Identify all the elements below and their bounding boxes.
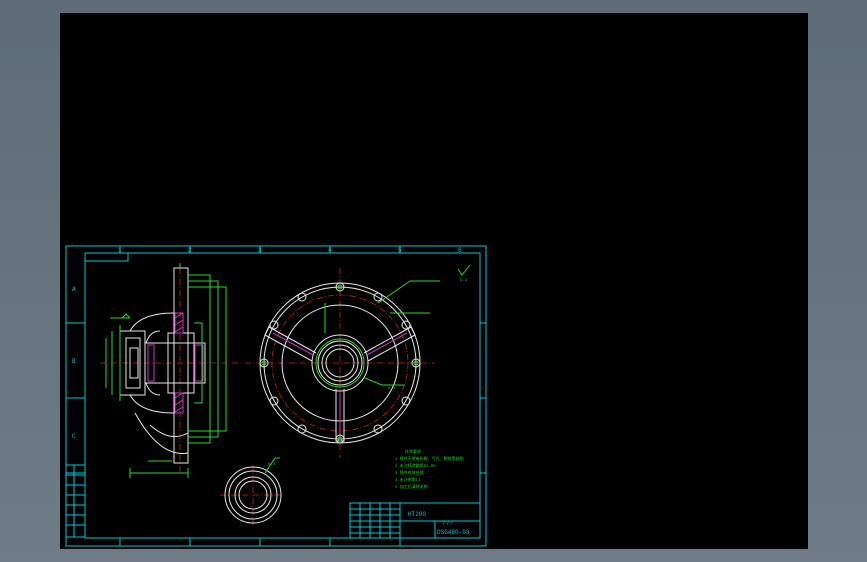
- notes-heading: 技术要求: [405, 448, 421, 455]
- note-line: 4.未注倒角C1: [395, 476, 421, 483]
- roughness-callout: 6.3: [268, 463, 276, 467]
- drawing-number-label: DSG480-03: [437, 529, 470, 536]
- zone-number: 4: [328, 247, 332, 254]
- zone-number: 2: [188, 247, 192, 254]
- title-block[interactable]: HT200 ??? DSG480-03: [349, 502, 481, 539]
- zone-number: 1: [118, 247, 122, 254]
- ring-view[interactable]: 6.3: [220, 457, 285, 525]
- zone-number: 6: [458, 247, 462, 254]
- general-roughness-symbol: 6.3: [457, 264, 471, 283]
- material-label: HT200: [408, 511, 426, 518]
- note-line: 2.未注铸造圆角R3-R5: [395, 462, 436, 469]
- zone-number: 3: [258, 247, 262, 254]
- zone-letter: A: [72, 286, 76, 293]
- zone-letter: C: [72, 433, 76, 440]
- zone-letter: B: [72, 358, 76, 365]
- front-view[interactable]: 6.3: [245, 268, 440, 458]
- tech-notes: 技术要求 1.铸件不得有砂眼、气孔、裂纹等缺陷 2.未注铸造圆角R3-R5 3.…: [395, 448, 464, 490]
- section-view[interactable]: [100, 263, 240, 478]
- zone-number: 5: [398, 247, 402, 254]
- note-line: 5.加工后清除毛刺: [395, 483, 428, 490]
- note-line: 3.铸件时效处理: [395, 469, 424, 476]
- drawing-canvas[interactable]: 1 2 3 4 5 6 A B C HT200 ??? DSG480-03 6.…: [60, 13, 808, 549]
- cad-viewport[interactable]: 1 2 3 4 5 6 A B C HT200 ??? DSG480-03 6.…: [60, 13, 808, 549]
- roughness-callout: 6.3: [388, 387, 396, 391]
- note-line: 1.铸件不得有砂眼、气孔、裂纹等缺陷: [395, 455, 464, 462]
- svg-text:6.3: 6.3: [460, 279, 468, 283]
- part-name-label: ???: [442, 520, 453, 527]
